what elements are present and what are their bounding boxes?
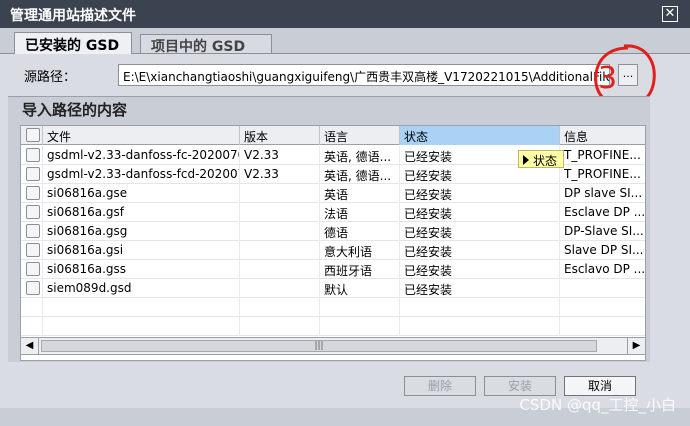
row-checkbox[interactable] xyxy=(26,262,40,276)
delete-button[interactable]: 删除 xyxy=(404,376,476,396)
info-cell xyxy=(560,279,645,298)
table-row[interactable]: si06816a.gsf 法语 已经安装 Esclave DP ... xyxy=(21,203,645,222)
row-checkbox[interactable] xyxy=(26,243,40,257)
close-icon: ✕ xyxy=(664,6,676,21)
table-row[interactable]: si06816a.gsg 德语 已经安装 DP-Slave SI... xyxy=(21,222,645,241)
language-cell: 英语, 德语... xyxy=(320,146,400,165)
info-cell: T_PROFINE... xyxy=(560,146,645,165)
row-checkbox[interactable] xyxy=(26,224,40,238)
section-title: 导入路径的内容 xyxy=(22,101,128,119)
version-cell xyxy=(240,203,320,222)
status-cell: 已经安装 xyxy=(400,241,560,260)
cancel-button[interactable]: 取消 xyxy=(564,376,636,396)
version-cell xyxy=(240,222,320,241)
version-cell: V2.33 xyxy=(240,165,320,184)
table-row[interactable]: si06816a.gsi 意大利语 已经安装 Slave DP SI... xyxy=(21,241,645,260)
info-cell: DP-Slave SI... xyxy=(560,222,645,241)
info-cell: T_PROFINE... xyxy=(560,165,645,184)
select-all-checkbox[interactable] xyxy=(26,128,40,142)
source-path-field[interactable]: E:\E\xianchangtiaoshi\guangxiguifeng\广西贵… xyxy=(118,64,610,86)
status-cell: 已经安装 xyxy=(400,279,560,298)
info-cell: Esclavo DP ... xyxy=(560,260,645,279)
tooltip-text: 状态 xyxy=(533,154,558,168)
file-cell: siem089d.gsd xyxy=(43,279,240,298)
file-cell: si06816a.gsg xyxy=(43,222,240,241)
table-header: 文件 版本 语言 状态 信息 xyxy=(21,126,645,145)
info-cell: DP slave SI... xyxy=(560,184,645,203)
status-cell: 已经安装 xyxy=(400,260,560,279)
file-cell: si06816a.gsi xyxy=(43,241,240,260)
file-cell: gsdml-v2.33-danfoss-fcd-202007... xyxy=(43,165,240,184)
table-row[interactable]: si06816a.gss 西班牙语 已经安装 Esclavo DP ... xyxy=(21,260,645,279)
close-button[interactable]: ✕ xyxy=(662,6,678,22)
header-version[interactable]: 版本 xyxy=(240,126,320,145)
table-row-empty xyxy=(21,298,645,317)
install-button[interactable]: 安装 xyxy=(484,376,556,396)
source-path-label: 源路径： xyxy=(24,70,77,85)
language-cell: 德语 xyxy=(320,222,400,241)
language-cell: 意大利语 xyxy=(320,241,400,260)
watermark: CSDN @qq_工控_小白 xyxy=(519,396,676,414)
status-cell: 已经安装 xyxy=(400,184,560,203)
tooltip-arrow-icon xyxy=(523,155,529,165)
row-checkbox[interactable] xyxy=(26,167,40,181)
row-checkbox[interactable] xyxy=(26,281,40,295)
version-cell xyxy=(240,241,320,260)
language-cell: 西班牙语 xyxy=(320,260,400,279)
tab-project-gsd[interactable]: 项目中的 GSD xyxy=(140,34,272,55)
language-cell: 默认 xyxy=(320,279,400,298)
language-cell: 英语 xyxy=(320,184,400,203)
window-title: 管理通用站描述文件 xyxy=(10,8,136,24)
header-status[interactable]: 状态 xyxy=(400,126,560,145)
table-row[interactable]: si06816a.gse 英语 已经安装 DP slave SI... xyxy=(21,184,645,203)
scroll-thumb[interactable]: ||| xyxy=(41,340,597,352)
chevron-right-icon: ▶ xyxy=(632,340,641,351)
tab-bar: 已安装的 GSD 项目中的 GSD xyxy=(0,28,690,55)
status-cell: 已经安装 xyxy=(400,222,560,241)
tab-installed-gsd[interactable]: 已安装的 GSD xyxy=(14,32,132,54)
header-checkbox-cell[interactable] xyxy=(21,126,43,145)
title-bar: 管理通用站描述文件 ✕ xyxy=(0,0,690,28)
header-language[interactable]: 语言 xyxy=(320,126,400,145)
import-contents-section: 导入路径的内容 文件 版本 语言 状态 信息 gsdml-v2.33-danfo… xyxy=(8,96,650,362)
language-cell: 英语, 德语... xyxy=(320,165,400,184)
horizontal-scrollbar[interactable]: ◀ ||| ▶ xyxy=(20,337,646,355)
file-cell: gsdml-v2.33-danfoss-fc-2020070... xyxy=(43,146,240,165)
language-cell: 法语 xyxy=(320,203,400,222)
scroll-right-button[interactable]: ▶ xyxy=(627,338,645,354)
file-cell: si06816a.gsf xyxy=(43,203,240,222)
version-cell xyxy=(240,279,320,298)
table-row-empty xyxy=(21,317,645,336)
row-checkbox[interactable] xyxy=(26,148,40,162)
info-cell: Esclave DP ... xyxy=(560,203,645,222)
status-cell: 已经安装 xyxy=(400,203,560,222)
file-cell: si06816a.gss xyxy=(43,260,240,279)
table-row[interactable]: siem089d.gsd 默认 已经安装 xyxy=(21,279,645,298)
status-tooltip: 状态 xyxy=(518,150,564,168)
file-cell: si06816a.gse xyxy=(43,184,240,203)
header-info[interactable]: 信息 xyxy=(560,126,645,145)
info-cell: Slave DP SI... xyxy=(560,241,645,260)
row-checkbox[interactable] xyxy=(26,186,40,200)
chevron-left-icon: ◀ xyxy=(25,340,34,351)
header-file[interactable]: 文件 xyxy=(43,126,240,145)
version-cell xyxy=(240,184,320,203)
row-checkbox[interactable] xyxy=(26,205,40,219)
version-cell xyxy=(240,260,320,279)
scroll-left-button[interactable]: ◀ xyxy=(21,338,39,354)
version-cell: V2.33 xyxy=(240,146,320,165)
annotation-label: 3 xyxy=(598,61,617,96)
